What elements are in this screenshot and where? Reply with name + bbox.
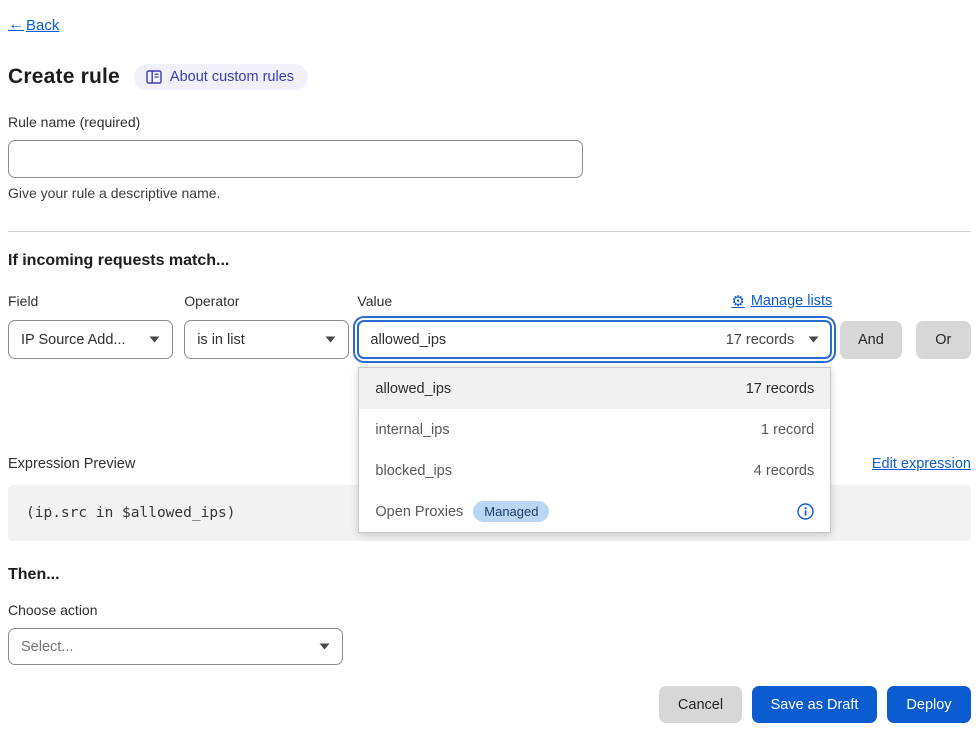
operator-select-value: is in list — [197, 332, 245, 348]
edit-expression-link[interactable]: Edit expression — [872, 456, 971, 472]
chevron-down-icon — [325, 336, 336, 343]
value-select-wrapper: allowed_ips 17 records allowed_ips 17 — [357, 320, 832, 359]
operator-select[interactable]: is in list — [184, 320, 349, 359]
rule-name-input[interactable] — [8, 140, 583, 178]
match-heading: If incoming requests match... — [8, 252, 971, 270]
deploy-button[interactable]: Deploy — [887, 686, 971, 723]
list-record-count: 1 record — [761, 422, 814, 438]
list-name: blocked_ips — [375, 463, 452, 479]
chevron-down-icon — [808, 336, 819, 343]
dropdown-item-internal-ips[interactable]: internal_ips 1 record — [359, 409, 830, 450]
match-section: If incoming requests match... Field IP S… — [8, 252, 971, 359]
dropdown-item-allowed-ips[interactable]: allowed_ips 17 records — [359, 368, 830, 409]
match-grid: Field IP Source Add... Operator is in li… — [8, 292, 971, 359]
cancel-button[interactable]: Cancel — [659, 686, 742, 723]
field-select[interactable]: IP Source Add... — [8, 320, 173, 359]
info-icon[interactable] — [797, 503, 814, 520]
operator-column: Operator is in list — [184, 292, 349, 359]
action-select-placeholder: Select... — [21, 639, 73, 655]
field-label: Field — [8, 293, 38, 309]
dropdown-item-blocked-ips[interactable]: blocked_ips 4 records — [359, 450, 830, 491]
field-column: Field IP Source Add... — [8, 292, 173, 359]
managed-badge: Managed — [473, 501, 549, 522]
rule-name-group: Rule name (required) Give your rule a de… — [8, 114, 971, 201]
manage-lists-link[interactable]: ⚙ Manage lists — [731, 292, 832, 310]
list-record-count: 4 records — [754, 463, 814, 479]
ip-list-dropdown: allowed_ips 17 records internal_ips 1 re… — [358, 367, 831, 533]
about-custom-rules-link[interactable]: About custom rules — [134, 64, 308, 90]
choose-action-label: Choose action — [8, 602, 971, 618]
back-arrow-icon: ← — [8, 16, 24, 34]
expression-preview-label: Expression Preview — [8, 456, 135, 472]
about-pill-label: About custom rules — [170, 69, 294, 85]
value-column: Value ⚙ Manage lists allowed_ips 17 reco… — [357, 292, 832, 359]
expression-code: (ip.src in $allowed_ips) — [26, 505, 236, 521]
value-select-selected: allowed_ips — [370, 332, 446, 348]
dropdown-item-open-proxies[interactable]: Open Proxies Managed — [359, 491, 830, 532]
then-section: Then... Choose action Select... — [8, 566, 971, 665]
manage-lists-label: Manage lists — [751, 293, 832, 309]
title-row: Create rule About custom rules — [8, 64, 971, 90]
list-record-count: 17 records — [746, 381, 815, 397]
page-title: Create rule — [8, 65, 120, 89]
back-link-label: Back — [26, 17, 59, 34]
field-select-value: IP Source Add... — [21, 332, 126, 348]
or-button[interactable]: Or — [916, 321, 971, 359]
list-name: allowed_ips — [375, 381, 451, 397]
rule-name-helper: Give your rule a descriptive name. — [8, 185, 971, 201]
chevron-down-icon — [149, 336, 160, 343]
list-name: Open Proxies — [375, 504, 463, 520]
action-select[interactable]: Select... — [8, 628, 343, 665]
list-name: internal_ips — [375, 422, 449, 438]
footer-actions: Cancel Save as Draft Deploy — [8, 686, 971, 723]
operator-label: Operator — [184, 293, 239, 309]
book-icon — [146, 70, 162, 84]
rule-name-label: Rule name (required) — [8, 114, 140, 130]
chevron-down-icon — [319, 643, 330, 650]
gear-icon: ⚙ — [731, 292, 744, 310]
value-label: Value — [357, 293, 392, 309]
then-heading: Then... — [8, 566, 971, 584]
value-select[interactable]: allowed_ips 17 records — [357, 320, 832, 359]
create-rule-page: ←Back Create rule About custom rules Rul… — [0, 0, 979, 723]
save-as-draft-button[interactable]: Save as Draft — [752, 686, 877, 723]
section-divider — [8, 231, 971, 232]
value-select-records: 17 records — [726, 332, 795, 348]
and-button[interactable]: And — [840, 321, 901, 359]
back-link[interactable]: ←Back — [8, 16, 59, 34]
